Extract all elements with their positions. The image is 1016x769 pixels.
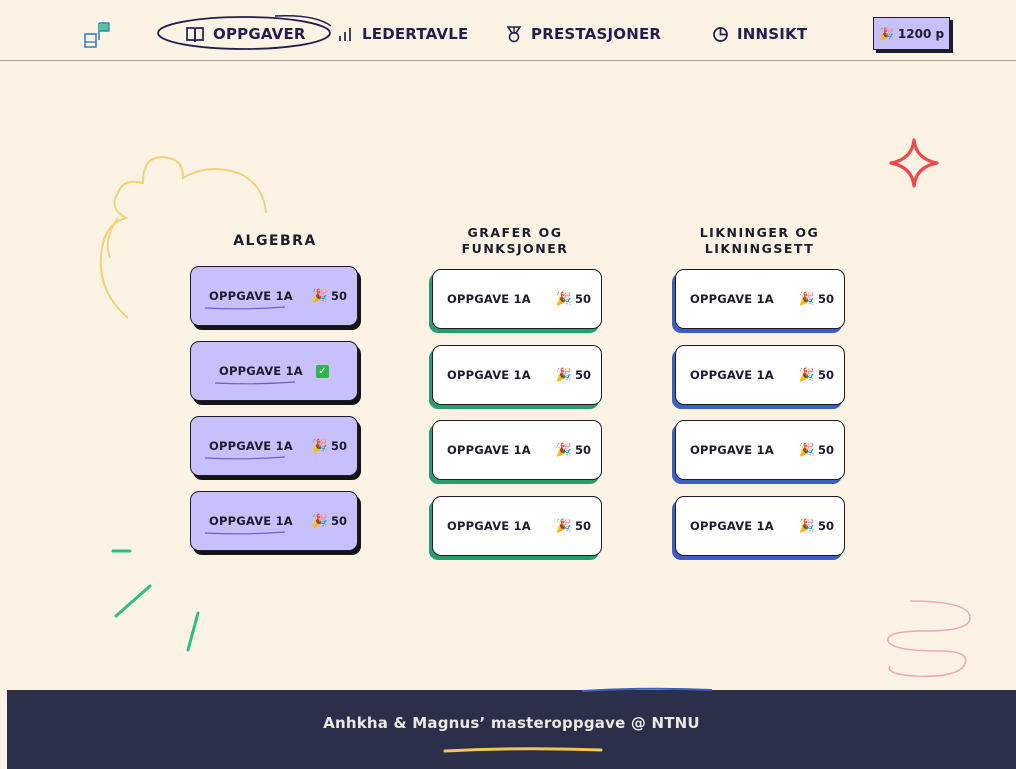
scribble-underline [205, 531, 285, 535]
points-value: 50 [330, 289, 347, 303]
task-points: 🎉 50 [799, 443, 834, 458]
task-completed-status: ✓ [316, 364, 329, 378]
medal-icon [506, 26, 522, 43]
column-title-line: GRAFER OG [467, 225, 563, 240]
task-card-algebra-2[interactable]: OPPGAVE 1A ✓ [190, 341, 358, 401]
task-points: 🎉 50 [556, 292, 591, 307]
party-popper-icon: 🎉 [311, 288, 328, 304]
sparkle-star-decoration [889, 138, 939, 188]
party-popper-icon: 🎉 [311, 513, 328, 529]
points-value: 50 [574, 292, 591, 306]
pink-spiral-decoration [887, 600, 971, 678]
party-popper-icon: 🎉 [878, 26, 894, 41]
nav-tab-innsikt[interactable]: INNSIKT [712, 23, 807, 45]
task-card-grafer-4[interactable]: OPPGAVE 1A 🎉 50 [432, 496, 602, 556]
checkmark-icon: ✓ [316, 364, 329, 378]
task-card-grafer-3[interactable]: OPPGAVE 1A 🎉 50 [432, 420, 602, 480]
task-label: OPPGAVE 1A [447, 368, 531, 382]
footer-top-accent [582, 687, 712, 692]
party-popper-icon: 🎉 [798, 291, 815, 307]
task-label: OPPGAVE 1A [447, 292, 531, 306]
top-navigation-bar: OPPGAVER LEDERTAVLE PRESTASJONER INNSIKT… [0, 0, 1016, 61]
task-label: OPPGAVE 1A [690, 292, 774, 306]
footer: Anhkha & Magnus’ masteroppgave @ NTNU [7, 687, 1016, 769]
nav-tab-oppgaver[interactable]: OPPGAVER [185, 23, 306, 45]
points-value: 1200 p [897, 26, 945, 41]
task-points: 🎉 50 [799, 368, 834, 383]
task-label: OPPGAVE 1A [219, 364, 303, 378]
party-popper-icon: 🎉 [798, 367, 815, 383]
task-card-grafer-1[interactable]: OPPGAVE 1A 🎉 50 [432, 269, 602, 329]
bar-chart-icon [339, 28, 351, 41]
task-points: 🎉 50 [556, 368, 591, 383]
points-value: 50 [817, 292, 834, 306]
task-card-grafer-2[interactable]: OPPGAVE 1A 🎉 50 [432, 345, 602, 405]
task-points: 🎉 50 [312, 514, 347, 529]
party-popper-icon: 🎉 [555, 442, 572, 458]
column-title-line: LIKNINGER OG [699, 225, 820, 240]
nav-tab-ledertavle[interactable]: LEDERTAVLE [338, 23, 468, 45]
task-card-algebra-3[interactable]: OPPGAVE 1A 🎉 50 [190, 416, 358, 476]
footer-credit-text: Anhkha & Magnus’ masteroppgave @ NTNU [323, 714, 700, 732]
task-label: OPPGAVE 1A [690, 519, 774, 533]
nav-tab-label: PRESTASJONER [531, 25, 662, 43]
scribble-underline [215, 381, 295, 385]
nav-tab-label: INNSIKT [737, 25, 808, 43]
green-dashes-decoration [111, 549, 200, 652]
party-popper-icon: 🎉 [555, 367, 572, 383]
points-value: 50 [817, 368, 834, 382]
nav-tab-label: LEDERTAVLE [362, 25, 469, 43]
nav-tab-prestasjoner[interactable]: PRESTASJONER [505, 23, 661, 45]
party-popper-icon: 🎉 [555, 518, 572, 534]
points-value: 50 [330, 439, 347, 453]
task-points: 🎉 50 [556, 443, 591, 458]
column-title-line: LIKNINGSETT [704, 241, 815, 256]
task-card-likninger-1[interactable]: OPPGAVE 1A 🎉 50 [675, 269, 845, 329]
task-points: 🎉 50 [799, 519, 834, 534]
column-title-line: FUNKSJONER [461, 241, 569, 256]
points-value: 50 [330, 514, 347, 528]
task-points: 🎉 50 [312, 439, 347, 454]
task-card-algebra-4[interactable]: OPPGAVE 1A 🎉 50 [190, 491, 358, 551]
points-value: 50 [574, 368, 591, 382]
task-card-likninger-2[interactable]: OPPGAVE 1A 🎉 50 [675, 345, 845, 405]
task-points: 🎉 50 [312, 289, 347, 304]
party-popper-icon: 🎉 [555, 291, 572, 307]
task-label: OPPGAVE 1A [447, 443, 531, 457]
column-title-grafer-og-funksjoner: GRAFER OG FUNKSJONER [430, 225, 600, 257]
nav-tab-label: OPPGAVER [213, 25, 306, 43]
footer-underline-decoration [443, 747, 603, 753]
task-card-likninger-3[interactable]: OPPGAVE 1A 🎉 50 [675, 420, 845, 480]
task-label: OPPGAVE 1A [209, 514, 293, 528]
task-label: OPPGAVE 1A [690, 368, 774, 382]
scribble-underline [205, 456, 285, 460]
scribble-underline [205, 306, 285, 310]
task-label: OPPGAVE 1A [209, 439, 293, 453]
column-title-likninger-og-likningsett: LIKNINGER OG LIKNINGSETT [672, 225, 847, 257]
pie-chart-icon [713, 26, 728, 42]
task-points: 🎉 50 [799, 292, 834, 307]
party-popper-icon: 🎉 [798, 442, 815, 458]
points-value: 50 [817, 519, 834, 533]
points-value: 50 [574, 519, 591, 533]
task-label: OPPGAVE 1A [690, 443, 774, 457]
task-label: OPPGAVE 1A [447, 519, 531, 533]
points-badge[interactable]: 🎉 1200 p [873, 17, 950, 50]
task-card-likninger-4[interactable]: OPPGAVE 1A 🎉 50 [675, 496, 845, 556]
task-label: OPPGAVE 1A [209, 289, 293, 303]
task-card-algebra-1[interactable]: OPPGAVE 1A 🎉 50 [190, 266, 358, 326]
flag-logo-icon[interactable] [82, 20, 112, 50]
points-value: 50 [574, 443, 591, 457]
task-points: 🎉 50 [556, 519, 591, 534]
book-icon [186, 27, 204, 42]
party-popper-icon: 🎉 [798, 518, 815, 534]
party-popper-icon: 🎉 [311, 438, 328, 454]
points-value: 50 [817, 443, 834, 457]
column-title-algebra: ALGEBRA [233, 233, 317, 249]
